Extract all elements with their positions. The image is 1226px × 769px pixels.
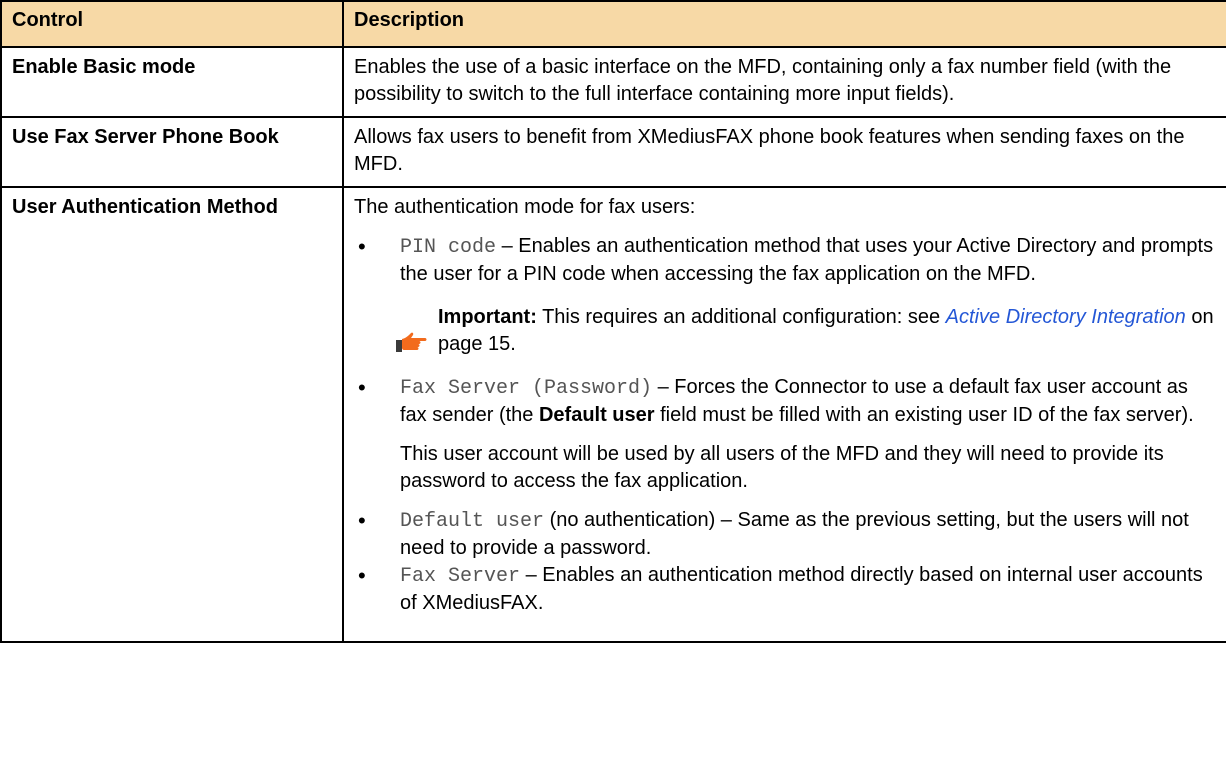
option-text: – Enables an authentication method direc…	[400, 564, 1203, 614]
option-code: Fax Server	[400, 565, 521, 588]
options-list: • PIN code – Enables an authentication m…	[354, 233, 1218, 617]
control-name: User Authentication Method	[0, 186, 344, 643]
bullet-icon: •	[358, 234, 366, 259]
list-item: • Fax Server – Enables an authentication…	[354, 562, 1218, 617]
option-bold: Default user	[538, 404, 655, 426]
option-text: – Enables an authentication method that …	[400, 235, 1214, 285]
note-link[interactable]: Active Directory Integration	[946, 306, 1186, 328]
controls-table: Control Description Enable Basic mode En…	[0, 0, 1226, 643]
table-row: Enable Basic mode Enables the use of a b…	[0, 46, 1226, 118]
bullet-icon: •	[358, 508, 366, 533]
table-row: User Authentication Method The authentic…	[0, 186, 1226, 643]
note-label: Important:	[438, 306, 537, 328]
bullet-icon: •	[358, 563, 366, 588]
table-header-row: Control Description	[0, 0, 1226, 48]
bullet-icon: •	[358, 375, 366, 400]
description-intro: The authentication mode for fax users:	[354, 196, 696, 218]
option-code: PIN code	[400, 236, 497, 259]
control-description: Enables the use of a basic interface on …	[342, 46, 1226, 118]
option-extra: This user account will be used by all us…	[400, 443, 1164, 492]
list-item: • Fax Server (Password) – Forces the Con…	[354, 374, 1218, 495]
note-text: This requires an additional configuratio…	[536, 306, 946, 328]
header-control: Control	[0, 0, 344, 48]
pointing-hand-icon	[396, 332, 427, 352]
list-item: • Default user (no authentication) – Sam…	[354, 507, 1218, 562]
control-description: Allows fax users to benefit from XMedius…	[342, 116, 1226, 188]
important-note: Important: This requires an additional c…	[396, 304, 1218, 358]
option-code: Default user	[400, 510, 545, 533]
control-name: Enable Basic mode	[0, 46, 344, 118]
control-name: Use Fax Server Phone Book	[0, 116, 344, 188]
list-item: • PIN code – Enables an authentication m…	[354, 233, 1218, 358]
table-row: Use Fax Server Phone Book Allows fax use…	[0, 116, 1226, 188]
option-text: field must be filled with an existing us…	[654, 404, 1194, 426]
control-description: The authentication mode for fax users: •…	[342, 186, 1226, 643]
header-description: Description	[342, 0, 1226, 48]
option-code: Fax Server (Password)	[400, 377, 653, 400]
